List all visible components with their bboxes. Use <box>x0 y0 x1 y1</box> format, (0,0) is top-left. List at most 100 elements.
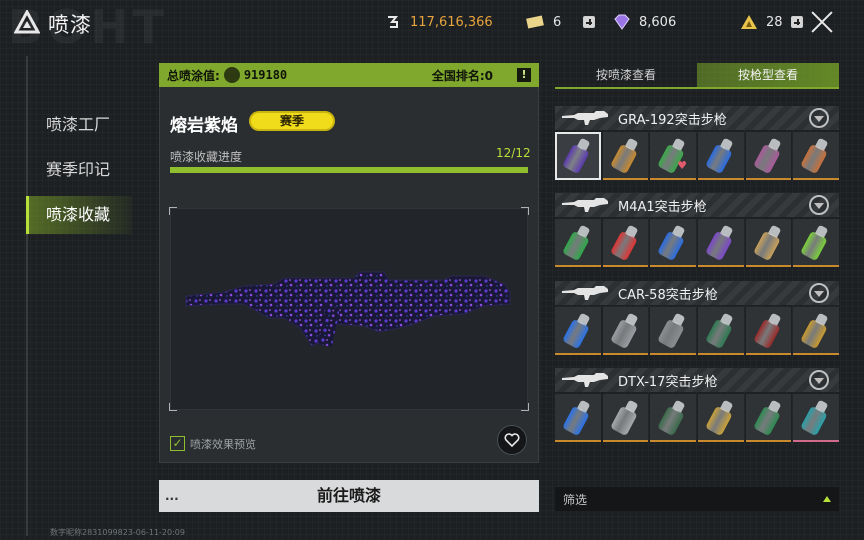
gun-name: DTX-17突击步枪 <box>618 374 718 390</box>
gold-triangle-icon <box>741 15 757 29</box>
gem-icon <box>614 14 630 30</box>
spray-can-icon <box>561 398 594 437</box>
info-icon[interactable]: ! <box>517 68 531 82</box>
add-gold-button[interactable] <box>790 16 803 28</box>
paint-can-slot[interactable] <box>555 132 601 180</box>
spray-can-icon <box>800 223 832 262</box>
spray-can-icon <box>752 311 785 350</box>
gun-header[interactable]: CAR-58突击步枪 <box>555 281 839 305</box>
spray-can-icon <box>609 398 642 437</box>
chevron-down-icon[interactable] <box>809 283 829 303</box>
sidebar-item-season-mark[interactable]: 赛季印记 <box>28 151 132 189</box>
rifle-skin-preview <box>185 271 511 348</box>
chevron-down-icon[interactable] <box>809 370 829 390</box>
paint-can-slot[interactable] <box>793 132 840 180</box>
paint-can-slot[interactable] <box>698 219 744 267</box>
frame-corner <box>521 207 529 215</box>
chevron-down-icon[interactable] <box>809 108 829 128</box>
paint-can-row: ♥ <box>555 132 840 180</box>
sidebar-item-paint-collection[interactable]: 喷漆收藏 <box>26 196 132 234</box>
coin-icon <box>388 16 399 28</box>
paint-can-slot[interactable] <box>650 219 697 267</box>
paint-can-slot[interactable] <box>698 394 744 442</box>
paint-can-slot[interactable] <box>650 394 697 442</box>
paint-can-slot[interactable] <box>698 132 744 180</box>
chevron-down-icon[interactable] <box>809 195 829 215</box>
spray-can-icon <box>800 398 832 437</box>
gem-value: 8,606 <box>639 14 677 30</box>
paint-can-slot[interactable] <box>602 219 649 267</box>
sidebar-item-paint-factory[interactable]: 喷漆工厂 <box>28 106 132 144</box>
paint-can-slot[interactable] <box>793 394 840 442</box>
player-id-footer: 数字昵称2831099823-06-11-20:09 <box>50 528 185 537</box>
spray-can-icon <box>657 398 689 437</box>
filter-label: 筛选 <box>563 492 588 507</box>
tab-underline <box>555 87 839 89</box>
coin-balance: 117,616,366 <box>386 14 493 30</box>
stats-bar: 总喷涂值: 919180 全国排名:0 ! <box>159 63 539 87</box>
ticket-balance: 6 <box>525 14 596 30</box>
goto-dots: ... <box>165 489 179 503</box>
season-badge: 赛季 <box>249 111 335 131</box>
spray-can-icon <box>609 311 642 350</box>
close-button[interactable] <box>808 8 836 36</box>
national-rank: 全国排名:0 <box>431 68 493 83</box>
collection-progress-label: 喷漆收藏进度 <box>170 150 243 164</box>
gun-header[interactable]: GRA-192突击步枪 <box>555 106 839 130</box>
rifle-icon <box>562 111 608 125</box>
paint-can-slot[interactable] <box>745 132 792 180</box>
goto-paint-label: 前往喷漆 <box>316 486 381 505</box>
tab-by-gun[interactable]: 按枪型查看 <box>697 63 839 87</box>
goto-paint-button[interactable]: ... 前往喷漆 <box>159 480 539 512</box>
paint-can-slot[interactable] <box>793 307 840 355</box>
spray-can-icon <box>657 311 689 350</box>
add-tickets-button[interactable] <box>583 16 596 28</box>
spray-can-icon <box>752 136 785 175</box>
spray-can-icon <box>704 136 737 175</box>
paint-can-slot[interactable] <box>602 307 649 355</box>
paint-can-slot[interactable] <box>745 219 792 267</box>
total-paint-value: 919180 <box>243 68 288 82</box>
gun-name: CAR-58突击步枪 <box>618 287 718 303</box>
paint-can-slot[interactable] <box>745 394 792 442</box>
filter-bar[interactable]: 筛选 <box>555 487 839 511</box>
gun-header[interactable]: DTX-17突击步枪 <box>555 368 839 392</box>
progress-fill <box>170 167 528 173</box>
frame-corner <box>169 207 177 215</box>
paint-can-slot[interactable] <box>650 307 697 355</box>
spray-can-icon <box>609 136 642 175</box>
paint-can-row <box>555 219 840 267</box>
rifle-icon <box>562 373 608 387</box>
collection-progress-count: 12/12 <box>496 146 531 160</box>
spray-can-icon <box>561 311 594 350</box>
rifle-icon <box>562 198 608 212</box>
spray-can-icon <box>704 223 737 262</box>
spray-can-icon <box>704 398 737 437</box>
gun-name: GRA-192突击步枪 <box>618 112 727 128</box>
spray-can-icon <box>657 223 689 262</box>
total-paint-label: 总喷涂值: <box>167 68 220 83</box>
rifle-icon <box>562 286 608 300</box>
paint-can-slot[interactable] <box>602 132 649 180</box>
spray-can-icon <box>561 223 594 262</box>
paint-can-slot[interactable] <box>555 307 601 355</box>
gold-value: 28 <box>766 14 783 30</box>
paint-can-slot[interactable] <box>555 394 601 442</box>
gun-name: M4A1突击步枪 <box>618 199 707 215</box>
paint-can-slot[interactable] <box>745 307 792 355</box>
tab-by-paint[interactable]: 按喷漆查看 <box>555 63 697 87</box>
paint-can-slot[interactable] <box>555 219 601 267</box>
gun-header[interactable]: M4A1突击步枪 <box>555 193 839 217</box>
skin-name: 熔岩紫焰 <box>170 116 238 136</box>
spray-can-icon <box>561 136 594 175</box>
favorite-heart-icon: ♥ <box>677 159 688 172</box>
app-logo-icon <box>14 10 40 34</box>
paint-can-slot[interactable] <box>602 394 649 442</box>
paint-can-slot[interactable] <box>793 219 840 267</box>
page-title: 喷漆 <box>48 13 92 37</box>
favorite-button[interactable] <box>497 425 527 455</box>
paint-can-slot[interactable] <box>698 307 744 355</box>
paint-can-row <box>555 307 840 355</box>
effect-preview-checkbox[interactable]: ✓ <box>170 436 185 451</box>
paint-can-slot[interactable]: ♥ <box>650 132 697 180</box>
